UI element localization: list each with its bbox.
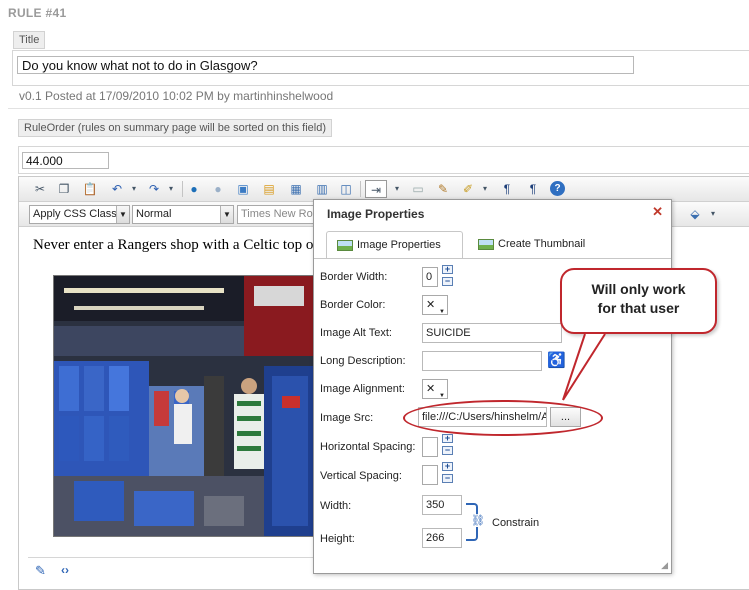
- increment-icon[interactable]: +: [442, 434, 453, 443]
- highlight-dropdown-icon[interactable]: ▾: [476, 180, 494, 198]
- increment-icon[interactable]: +: [442, 462, 453, 471]
- decrement-icon[interactable]: −: [442, 446, 453, 455]
- undo-dropdown-icon[interactable]: ▾: [125, 180, 143, 198]
- dialog-title: Image Properties: [327, 207, 425, 221]
- design-mode-icon[interactable]: ✎: [35, 563, 46, 579]
- resize-grip-icon[interactable]: ◢: [661, 560, 668, 571]
- chevron-down-icon: ▼: [439, 309, 445, 315]
- undo-icon[interactable]: ↶: [108, 180, 126, 198]
- horizontal-spacing-label: Horizontal Spacing:: [320, 441, 416, 453]
- format-dropdown[interactable]: Normal ▼: [132, 205, 234, 224]
- table-props-icon[interactable]: ▥: [313, 180, 331, 198]
- divider: [8, 108, 749, 109]
- vertical-spacing-input[interactable]: [422, 465, 438, 485]
- border-color-label: Border Color:: [320, 299, 386, 311]
- rule-icon[interactable]: ▭: [409, 180, 427, 198]
- rtl-icon[interactable]: ¶: [524, 180, 542, 198]
- chain-link-icon[interactable]: ⛓: [471, 514, 485, 527]
- vertical-spacing-label: Vertical Spacing:: [320, 470, 402, 482]
- chevron-down-icon: ▼: [220, 206, 233, 223]
- chevron-down-icon: ▼: [439, 393, 445, 399]
- backcolor-dropdown-icon[interactable]: ▾: [704, 205, 722, 223]
- redo-dropdown-icon[interactable]: ▾: [162, 180, 180, 198]
- thumbnail-icon: [478, 239, 494, 250]
- title-label: Title: [13, 31, 46, 49]
- constrain-label: Constrain: [492, 517, 540, 529]
- title-input[interactable]: [17, 56, 634, 74]
- html-mode-icon[interactable]: ‹›: [61, 563, 69, 577]
- rule-order-label: RuleOrder (rules on summary page will be…: [18, 119, 333, 137]
- shop-photo[interactable]: [53, 275, 315, 537]
- callout-line-2: for that user: [597, 300, 680, 316]
- callout-line-1: Will only work: [591, 281, 686, 297]
- backcolor-icon[interactable]: ⬙: [686, 205, 704, 223]
- link-icon[interactable]: ●: [185, 180, 203, 198]
- media-icon[interactable]: ▤: [260, 180, 278, 198]
- copy-icon[interactable]: ❐: [55, 180, 73, 198]
- width-label: Width:: [320, 500, 352, 512]
- image-icon: [337, 240, 353, 251]
- cut-icon[interactable]: ✂: [31, 180, 49, 198]
- decrement-icon[interactable]: −: [442, 474, 453, 483]
- editor-mode-bar: ✎ ‹›: [28, 557, 318, 583]
- border-width-label: Border Width:: [320, 271, 388, 283]
- close-icon[interactable]: ✕: [652, 204, 663, 220]
- paragraph-indent-icon[interactable]: ⇥: [365, 180, 387, 198]
- rule-heading: RULE #41: [8, 6, 67, 20]
- paste-icon[interactable]: 📋: [81, 180, 99, 198]
- tab-create-thumbnail[interactable]: Create Thumbnail: [468, 231, 590, 258]
- alt-text-input[interactable]: SUICIDE: [422, 323, 562, 343]
- post-meta: v0.1 Posted at 17/09/2010 10:02 PM by ma…: [19, 89, 334, 103]
- indent-dropdown-icon[interactable]: ▾: [388, 180, 406, 198]
- cell-icon[interactable]: ◫: [337, 180, 355, 198]
- image-alignment-label: Image Alignment:: [320, 383, 405, 395]
- long-description-label: Long Description:: [320, 355, 406, 367]
- format-painter-icon[interactable]: ✎: [434, 180, 452, 198]
- tab-label: Create Thumbnail: [498, 238, 586, 250]
- rule-order-container: [18, 146, 749, 174]
- alt-text-label: Image Alt Text:: [320, 327, 392, 339]
- ltr-icon[interactable]: ¶: [498, 180, 516, 198]
- image-src-label: Image Src:: [320, 412, 374, 424]
- decrement-icon[interactable]: −: [442, 277, 453, 286]
- border-color-picker[interactable]: ✕ ▼: [422, 295, 448, 315]
- rule-order-input[interactable]: [22, 152, 109, 169]
- long-description-input[interactable]: [422, 351, 542, 371]
- unlink-icon[interactable]: ●: [209, 180, 227, 198]
- table-icon[interactable]: ▦: [287, 180, 305, 198]
- highlight-ellipse: [403, 400, 603, 436]
- height-input[interactable]: 266: [422, 528, 462, 548]
- redo-icon[interactable]: ↷: [145, 180, 163, 198]
- highlight-icon[interactable]: ✐: [459, 180, 477, 198]
- tab-image-properties[interactable]: Image Properties: [326, 231, 463, 258]
- help-icon[interactable]: ?: [550, 181, 565, 196]
- image-icon[interactable]: ▣: [234, 180, 252, 198]
- width-input[interactable]: 350: [422, 495, 462, 515]
- callout-pointer: [562, 333, 606, 401]
- css-class-dropdown[interactable]: Apply CSS Class ▼: [29, 205, 130, 224]
- chevron-down-icon: ▼: [116, 206, 129, 223]
- image-alignment-picker[interactable]: ✕ ▼: [422, 379, 448, 399]
- height-label: Height:: [320, 533, 355, 545]
- tab-underline: [314, 258, 671, 259]
- increment-icon[interactable]: +: [442, 265, 453, 274]
- border-width-input[interactable]: 0: [422, 267, 438, 287]
- content-paragraph: Never enter a Rangers shop with a Celtic…: [33, 237, 315, 253]
- tab-label: Image Properties: [357, 239, 441, 251]
- horizontal-spacing-input[interactable]: [422, 437, 438, 457]
